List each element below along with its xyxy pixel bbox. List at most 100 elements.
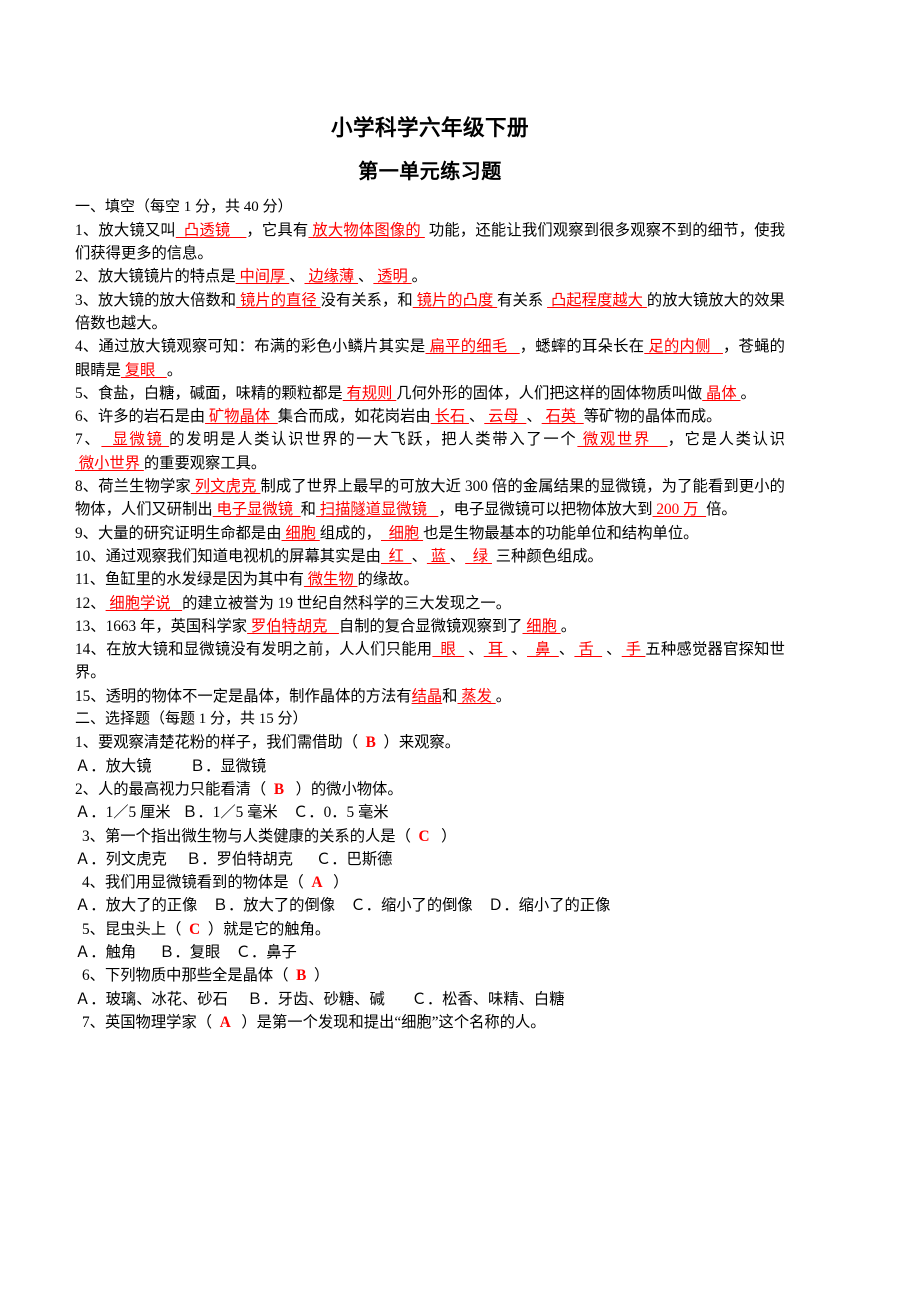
page-subtitle: 第一单元练习题 — [358, 160, 502, 183]
selected-choice: A — [212, 1013, 242, 1031]
page-title: 小学科学六年级下册 — [330, 116, 529, 140]
question-number: 4、 — [75, 338, 99, 356]
question-text: 组成的， — [319, 524, 381, 542]
question-text: 、 — [411, 547, 427, 565]
question-text: 要观察清楚花粉的样子，我们需借助（ — [97, 734, 359, 752]
answer-blank: 细胞 — [281, 524, 320, 542]
question-number: 3、 — [75, 291, 99, 309]
question-item: 12、 细胞学说 的建立被誉为 19 世纪自然科学的三大发现之一。 — [75, 592, 785, 615]
question-number: 9、 — [75, 524, 98, 542]
question-number: 10、 — [75, 547, 106, 565]
answer-blank: 显微镜 — [101, 431, 170, 449]
answer-blank: 有规则 — [342, 384, 397, 402]
answer-blank: 耳 — [483, 641, 508, 659]
question-text: 大量的研究证明生命都是由 — [97, 524, 282, 542]
question-number: 1、 — [75, 221, 99, 239]
answer-blank: 微观世界 — [577, 431, 668, 449]
selected-choice: B — [358, 734, 384, 752]
question-text: 几何外形的固体，人们把这样的固体物质叫做 — [396, 384, 703, 402]
answer-blank: 扁平的细毛 — [425, 338, 520, 356]
question-text: 英国物理学家（ — [104, 1013, 213, 1031]
question-text: 倍。 — [706, 501, 737, 519]
answer-options: Ａ．放大了的正像 Ｂ．放大了的倒像 Ｃ．缩小了的倒像 Ｄ．缩小了的正像 — [75, 897, 611, 915]
question-text: 许多的岩石是由 — [97, 408, 206, 426]
question-text: 集合而成，如花岗岩由 — [277, 408, 431, 426]
question-text: 在放大镜和显微镜没有发明之前，人人们只能用 — [106, 641, 433, 659]
answer-blank: 手 — [621, 641, 646, 659]
question-number: 5、 — [75, 384, 98, 402]
question-item: 15、透明的物体不一定是晶体，制作晶体的方法有结晶和 蒸发 。 — [75, 685, 785, 708]
question-number: 13、 — [75, 617, 106, 635]
question-text: 、 — [464, 641, 484, 659]
answer-blank: 鼻 — [527, 641, 559, 659]
question-text: ，蟋蟀的耳朵长在 — [519, 338, 645, 356]
question-text: ） — [314, 967, 330, 985]
question-item: 10、通过观察我们知道电视机的屏幕其实是由 红 、 蓝 、 绿 三种颜色组成。 — [75, 545, 785, 568]
selected-choice: C — [181, 920, 208, 938]
question-number: 2、 — [75, 268, 98, 286]
question-text: 第一个指出微生物与人类健康的关系的人是（ — [104, 827, 411, 845]
answer-blank: 细胞学说 — [105, 594, 183, 612]
question-text: 。 — [740, 384, 756, 402]
answer-options: Ａ．玻璃、冰花、砂石 Ｂ．牙齿、砂糖、碱 Ｃ．松香、味精、白糖 — [75, 990, 565, 1008]
question-number: 4、 — [82, 874, 105, 892]
question-text: 没有关系，和 — [320, 291, 413, 309]
answer-blank: 结晶 — [411, 687, 443, 705]
answer-blank: 凸起程度越大 — [547, 291, 647, 309]
question-text: 通过观察我们知道电视机的屏幕其实是由 — [105, 547, 381, 565]
answer-blank: 石英 — [541, 408, 584, 426]
question-text: 、 — [526, 408, 542, 426]
question-number: 6、 — [82, 967, 105, 985]
question-text: 的缘故。 — [357, 571, 419, 589]
section-heading: 一、填空（每空 1 分，共 40 分） — [75, 198, 293, 215]
question-number: 2、 — [75, 780, 98, 798]
question-item: 1、放大镜又叫 凸透镜 ，它具有 放大物体图像的 功能，还能让我们观察到很多观察… — [75, 219, 785, 266]
question-item: 4、通过放大镜观察可知：布满的彩色小鳞片其实是 扁平的细毛 ，蟋蟀的耳朵长在 足… — [75, 335, 785, 382]
question-text: ）的微小物体。 — [295, 780, 403, 798]
question-item: 1、要观察清楚花粉的样子，我们需借助（ B ）来观察。 — [75, 731, 785, 754]
question-text: 1663 年，英国科学家 — [105, 617, 248, 635]
answer-options: Ａ．1／5 厘米 Ｂ．1／5 毫米 Ｃ．0．5 毫米 — [75, 804, 389, 822]
question-item: 3、第一个指出微生物与人类健康的关系的人是（ C ） — [75, 825, 785, 848]
question-text: ） — [441, 827, 457, 845]
question-text: 食盐，白糖，碱面，味精的颗粒都是 — [97, 384, 343, 402]
answer-blank: 红 — [380, 547, 412, 565]
question-text: ，它具有 — [246, 221, 309, 239]
question-number: 12、 — [75, 594, 106, 612]
answer-blank: 蓝 — [426, 547, 450, 565]
section-heading: 二、选择题（每题 1 分，共 15 分） — [75, 711, 308, 728]
question-text: 。 — [495, 687, 512, 705]
question-number: 6、 — [75, 408, 98, 426]
question-text: 有关系 — [497, 291, 548, 309]
question-text: 。 — [166, 361, 183, 379]
question-text: 的发明是人类认识世界的一大飞跃，把人类带入了一个 — [169, 431, 578, 449]
question-text: 、 — [358, 268, 374, 286]
answer-blank: 放大物体图像的 — [308, 221, 425, 239]
sections-container: 一、填空（每空 1 分，共 40 分） 1、放大镜又叫 凸透镜 ，它具有 放大物体… — [75, 196, 785, 1035]
question-item: 5、昆虫头上（ C ）就是它的触角。 — [75, 918, 785, 941]
question-number: 1、 — [75, 734, 98, 752]
question-item: 5、食盐，白糖，碱面，味精的颗粒都是 有规则 几何外形的固体，人们把这样的固体物… — [75, 382, 785, 405]
question-text: 放大镜又叫 — [98, 221, 176, 239]
question-text: 、 — [449, 547, 466, 565]
question-text: 、 — [289, 268, 305, 286]
question-number: 7、 — [75, 431, 102, 449]
document-body: 小学科学六年级下册 第一单元练习题 一、填空（每空 1 分，共 40 分） 1、放… — [75, 116, 785, 1035]
question-item: 13、1663 年，英国科学家 罗伯特胡克 自制的复合显微镜观察到了 细胞 。 — [75, 615, 785, 638]
question-text: ，电子显微镜可以把物体放大到 — [438, 501, 653, 519]
answer-options: Ａ．放大镜 Ｂ．显微镜 — [75, 757, 267, 775]
question-text: 下列物质中那些全是晶体（ — [104, 967, 289, 985]
question-text: 、 — [558, 641, 575, 659]
question-text: 昆虫头上（ — [104, 920, 182, 938]
question-number: 15、 — [75, 687, 106, 705]
answer-blank: 矿物晶体 — [205, 408, 278, 426]
answer-blank: 镜片的直径 — [236, 291, 321, 309]
question-number: 7、 — [82, 1013, 105, 1031]
question-number: 8、 — [75, 478, 99, 496]
question-item: 8、荷兰生物学家 列文虎克 制成了世界上最早的可放大近 300 倍的金属结果的显… — [75, 475, 785, 522]
question-item: 6、下列物质中那些全是晶体（ B ） — [75, 964, 785, 987]
question-text: ） — [333, 874, 349, 892]
answer-blank: 足的内侧 — [644, 338, 723, 356]
answer-blank: 长石 — [430, 408, 469, 426]
question-text: 的重要观察工具。 — [143, 454, 267, 472]
